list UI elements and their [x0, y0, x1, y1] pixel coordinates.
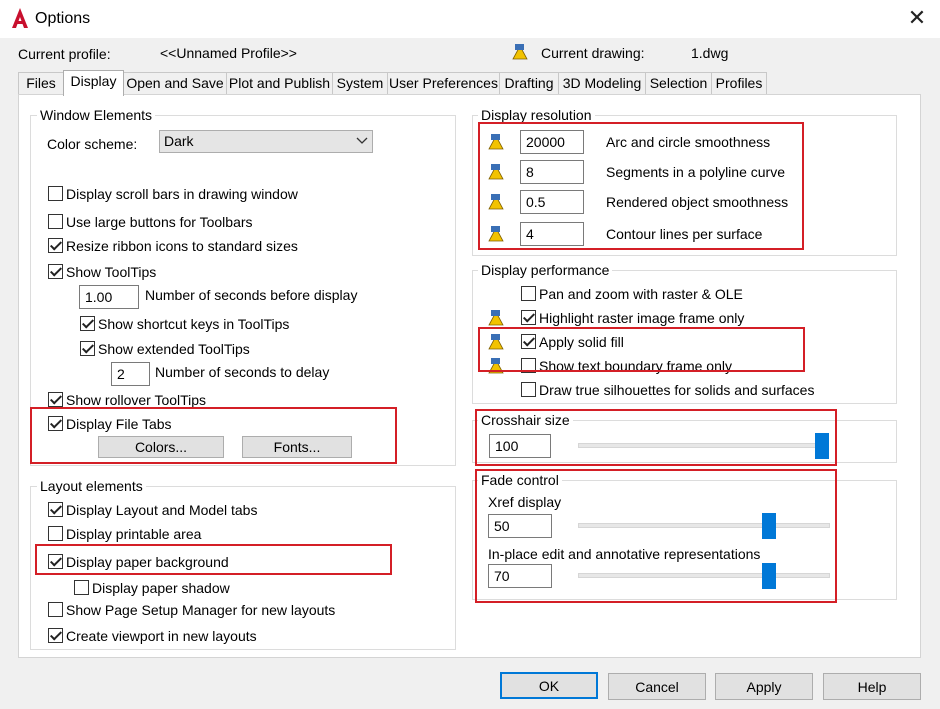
- create-viewport-checkbox[interactable]: [48, 628, 63, 643]
- color-scheme-label: Color scheme:: [47, 136, 138, 152]
- window-elements-title: Window Elements: [37, 107, 156, 123]
- display-performance-title: Display performance: [478, 262, 613, 278]
- title-bar: [0, 0, 940, 38]
- resize-ribbon-label: Resize ribbon icons to standard sizes: [66, 238, 298, 254]
- tab-system[interactable]: System: [332, 72, 388, 94]
- color-scheme-select[interactable]: Dark: [159, 130, 373, 153]
- apply-button[interactable]: Apply: [715, 673, 813, 700]
- large-buttons-label: Use large buttons for Toolbars: [66, 214, 253, 230]
- extended-tooltips-label: Show extended ToolTips: [98, 341, 250, 357]
- tab-selection[interactable]: Selection: [645, 72, 712, 94]
- tab-user-preferences[interactable]: User Preferences: [387, 72, 500, 94]
- paper-shadow-label: Display paper shadow: [92, 580, 230, 596]
- color-scheme-value: Dark: [164, 133, 194, 149]
- cancel-button[interactable]: Cancel: [608, 673, 706, 700]
- resize-ribbon-checkbox[interactable]: [48, 238, 63, 253]
- seconds-delay-label: Number of seconds to delay: [155, 364, 330, 380]
- chevron-down-icon: [356, 137, 368, 144]
- highlight-paper-background: [35, 544, 392, 575]
- extended-tooltips-checkbox[interactable]: [80, 341, 95, 356]
- large-buttons-checkbox[interactable]: [48, 214, 63, 229]
- seconds-before-input[interactable]: 1.00: [79, 285, 139, 309]
- current-drawing-label: Current drawing:: [541, 45, 645, 61]
- show-tooltips-label: Show ToolTips: [66, 264, 157, 280]
- window-title: Options: [35, 10, 91, 27]
- highlight-raster-checkbox[interactable]: [521, 310, 536, 325]
- tab-files[interactable]: Files: [18, 72, 64, 94]
- autocad-logo-icon: [12, 8, 28, 28]
- printable-area-label: Display printable area: [66, 526, 202, 542]
- close-icon[interactable]: ✕: [904, 6, 930, 32]
- layout-model-tabs-label: Display Layout and Model tabs: [66, 502, 258, 518]
- true-silhouettes-label: Draw true silhouettes for solids and sur…: [539, 382, 815, 398]
- create-viewport-label: Create viewport in new layouts: [66, 628, 257, 644]
- tab-profiles[interactable]: Profiles: [711, 72, 767, 94]
- highlight-raster-label: Highlight raster image frame only: [539, 310, 745, 326]
- shortcut-keys-checkbox[interactable]: [80, 316, 95, 331]
- show-tooltips-checkbox[interactable]: [48, 264, 63, 279]
- highlight-display-resolution: [478, 122, 804, 250]
- page-setup-manager-checkbox[interactable]: [48, 602, 63, 617]
- rollover-tooltips-label: Show rollover ToolTips: [66, 392, 207, 408]
- layout-model-tabs-checkbox[interactable]: [48, 502, 63, 517]
- current-drawing-value: 1.dwg: [691, 45, 729, 61]
- highlight-solid-fill: [478, 327, 805, 372]
- current-profile-value: <<Unnamed Profile>>: [160, 45, 297, 61]
- page-setup-manager-label: Show Page Setup Manager for new layouts: [66, 602, 336, 618]
- seconds-before-label: Number of seconds before display: [145, 287, 358, 303]
- layout-elements-title: Layout elements: [37, 478, 146, 494]
- true-silhouettes-checkbox[interactable]: [521, 382, 536, 397]
- scroll-bars-label: Display scroll bars in drawing window: [66, 186, 298, 202]
- paper-shadow-checkbox[interactable]: [74, 580, 89, 595]
- tab-open-and-save[interactable]: Open and Save: [123, 72, 227, 94]
- seconds-delay-input[interactable]: 2: [111, 362, 150, 386]
- help-button[interactable]: Help: [823, 673, 921, 700]
- display-resolution-title: Display resolution: [478, 107, 595, 123]
- drawing-setting-icon: [512, 44, 528, 60]
- current-profile-label: Current profile:: [18, 46, 111, 62]
- rollover-tooltips-checkbox[interactable]: [48, 392, 63, 407]
- highlight-file-tabs: [30, 407, 397, 464]
- tab-plot-and-publish[interactable]: Plot and Publish: [226, 72, 333, 94]
- drawing-setting-icon: [488, 310, 504, 326]
- scroll-bars-checkbox[interactable]: [48, 186, 63, 201]
- pan-zoom-label: Pan and zoom with raster & OLE: [539, 286, 743, 302]
- ok-button[interactable]: OK: [500, 672, 598, 699]
- printable-area-checkbox[interactable]: [48, 526, 63, 541]
- pan-zoom-checkbox[interactable]: [521, 286, 536, 301]
- highlight-fade-control: [475, 469, 837, 603]
- tab-display[interactable]: Display: [63, 70, 124, 96]
- tab-drafting[interactable]: Drafting: [499, 72, 559, 94]
- highlight-crosshair: [475, 409, 837, 466]
- tab-3d-modeling[interactable]: 3D Modeling: [558, 72, 646, 94]
- shortcut-keys-label: Show shortcut keys in ToolTips: [98, 316, 290, 332]
